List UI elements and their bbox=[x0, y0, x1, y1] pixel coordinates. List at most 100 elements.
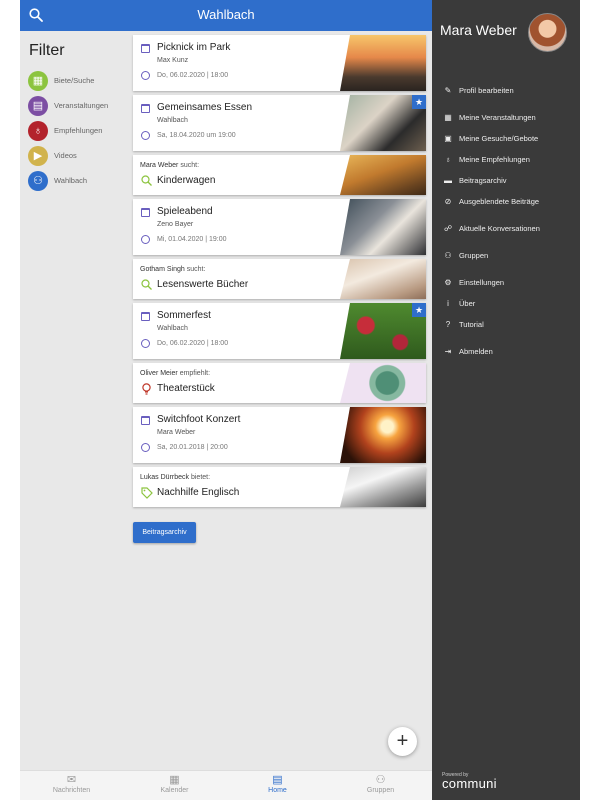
card-title: Switchfoot Konzert bbox=[157, 414, 241, 425]
feed-card-event[interactable]: Switchfoot Konzert Mara Weber Sa, 20.01.… bbox=[133, 407, 426, 463]
card-verb: sucht: bbox=[186, 266, 206, 273]
card-author-line: Mara Weber sucht: bbox=[140, 162, 199, 169]
card-image bbox=[340, 407, 426, 463]
page-edge bbox=[580, 0, 600, 800]
clock-icon bbox=[141, 235, 150, 244]
menu-item-profil[interactable]: ✎ Profil bearbeiten bbox=[443, 86, 514, 95]
nav-label: Nachrichten bbox=[52, 787, 91, 794]
user-name: Mara Weber bbox=[440, 22, 517, 38]
chat-icon: ☍ bbox=[443, 224, 453, 233]
nav-gruppen[interactable]: ⚇ Gruppen bbox=[329, 771, 432, 800]
feed-card-event[interactable]: Picknick im Park Max Kunz Do, 06.02.2020… bbox=[133, 35, 426, 91]
card-subtitle: Max Kunz bbox=[157, 57, 189, 64]
feed-card-event[interactable]: Spieleabend Zeno Bayer Mi, 01.04.2020 | … bbox=[133, 199, 426, 255]
menu-item-gesuche[interactable]: ▣ Meine Gesuche/Gebote bbox=[443, 134, 538, 143]
calendar-icon bbox=[141, 104, 150, 113]
menu-item-label: Profil bearbeiten bbox=[459, 86, 514, 95]
avatar[interactable] bbox=[528, 13, 567, 52]
side-drawer: Mara Weber ✎ Profil bearbeiten ▦ Meine Ver… bbox=[432, 0, 580, 800]
menu-item-ausgeblendet[interactable]: ⊘ Ausgeblendete Beiträge bbox=[443, 197, 539, 206]
nav-label: Gruppen bbox=[366, 787, 395, 794]
feed-card-post[interactable]: Gotham Singh sucht: Lesenswerte Bücher bbox=[133, 259, 426, 299]
clock-icon bbox=[141, 71, 150, 80]
menu-item-label: Tutorial bbox=[459, 320, 484, 329]
calendar-icon: ▤ bbox=[28, 95, 48, 116]
calendar-icon bbox=[141, 44, 150, 53]
calendar-icon bbox=[141, 312, 150, 321]
feed-card-event[interactable]: Gemeinsames Essen Wahlbach Sa, 18.04.202… bbox=[133, 95, 426, 151]
nav-nachrichten[interactable]: ✉ Nachrichten bbox=[20, 771, 123, 800]
add-button[interactable]: + bbox=[388, 727, 417, 756]
card-title: Gemeinsames Essen bbox=[157, 102, 253, 113]
card-date: Mi, 01.04.2020 | 19:00 bbox=[157, 236, 227, 243]
feed-card-post[interactable]: Oliver Meier empfiehlt: Theaterstück bbox=[133, 363, 426, 403]
filter-item-label: Wahlbach bbox=[54, 176, 88, 185]
card-verb: empfiehlt: bbox=[179, 370, 211, 377]
menu-item-label: Ausgeblendete Beiträge bbox=[459, 197, 540, 206]
menu-item-beitragsarchiv[interactable]: ▬ Beitragsarchiv bbox=[443, 176, 507, 185]
menu-item-abmelden[interactable]: ⇥ Abmelden bbox=[443, 347, 493, 356]
nav-label: Home bbox=[268, 787, 287, 794]
page-title: Wahlbach bbox=[197, 7, 255, 22]
lightbulb-icon: ♁ bbox=[445, 155, 451, 164]
card-date: Do, 06.02.2020 | 18:00 bbox=[157, 340, 229, 347]
menu-item-gruppen[interactable]: ⚇ Gruppen bbox=[443, 251, 488, 260]
menu-item-label: Abmelden bbox=[459, 347, 493, 356]
filter-item-biete-suche[interactable]: ▦ Biete/Suche bbox=[28, 68, 128, 93]
card-title: Theaterstück bbox=[157, 383, 215, 394]
filter-item-videos[interactable]: ▶ Videos bbox=[28, 143, 128, 168]
menu-item-label: Meine Gesuche/Gebote bbox=[459, 134, 539, 143]
card-author-line: Gotham Singh sucht: bbox=[140, 266, 205, 273]
filter-item-label: Videos bbox=[54, 151, 77, 160]
brand-logo: communi bbox=[442, 776, 497, 791]
archive-button[interactable]: Beitragsarchiv bbox=[133, 522, 196, 543]
menu-item-einstellungen[interactable]: ⚙ Einstellungen bbox=[443, 278, 504, 287]
groups-icon: ⚇ bbox=[444, 251, 452, 260]
menu-item-veranstaltungen[interactable]: ▦ Meine Veranstaltungen bbox=[443, 113, 536, 122]
card-subtitle: Zeno Bayer bbox=[157, 221, 194, 228]
lightbulb-icon: ♁ bbox=[28, 120, 48, 141]
card-author: Mara Weber bbox=[140, 162, 179, 169]
card-date: Do, 06.02.2020 | 18:00 bbox=[157, 72, 229, 79]
menu-item-tutorial[interactable]: ? Tutorial bbox=[443, 320, 484, 329]
menu-item-label: Gruppen bbox=[459, 251, 489, 260]
lightbulb-icon bbox=[142, 383, 151, 395]
clock-icon bbox=[141, 131, 150, 140]
calendar-icon bbox=[141, 208, 150, 217]
nav-kalender[interactable]: ▦ Kalender bbox=[123, 771, 226, 800]
filter-item-veranstaltungen[interactable]: ▤ Veranstaltungen bbox=[28, 93, 128, 118]
card-image bbox=[340, 199, 426, 255]
app-main: Wahlbach Filter ▦ Biete/Suche ▤ Veransta… bbox=[20, 0, 432, 800]
filter-item-wahlbach[interactable]: ⚇ Wahlbach bbox=[28, 168, 128, 193]
card-subtitle: Wahlbach bbox=[157, 325, 188, 332]
edit-icon: ✎ bbox=[444, 86, 452, 95]
info-icon: i bbox=[447, 299, 449, 308]
card-author: Gotham Singh bbox=[140, 266, 185, 273]
menu-item-ueber[interactable]: i Über bbox=[443, 299, 475, 308]
feed-card-post[interactable]: Lukas Dürrbeck bietet: Nachhilfe Englisc… bbox=[133, 467, 426, 507]
search-icon bbox=[141, 279, 152, 290]
card-title: Lesenswerte Bücher bbox=[157, 279, 249, 290]
gear-icon: ⚙ bbox=[444, 278, 452, 287]
calendar-icon bbox=[141, 416, 150, 425]
card-verb: sucht: bbox=[180, 162, 200, 169]
calendar-icon: ▦ bbox=[169, 774, 180, 786]
feed-card-post[interactable]: Mara Weber sucht: Kinderwagen bbox=[133, 155, 426, 195]
star-icon: ★ bbox=[412, 303, 426, 317]
bottom-navigation: ✉ Nachrichten ▦ Kalender ▤ Home ⚇ Gruppe… bbox=[20, 770, 432, 800]
help-icon: ? bbox=[445, 320, 451, 329]
menu-item-empfehlungen[interactable]: ♁ Meine Empfehlungen bbox=[443, 155, 530, 164]
card-author-line: Oliver Meier empfiehlt: bbox=[140, 370, 210, 377]
card-title: Nachhilfe Englisch bbox=[157, 487, 240, 498]
nav-home[interactable]: ▤ Home bbox=[226, 771, 329, 800]
filter-item-empfehlungen[interactable]: ♁ Empfehlungen bbox=[28, 118, 128, 143]
search-icon bbox=[141, 175, 152, 186]
menu-item-konversationen[interactable]: ☍ Aktuelle Konversationen bbox=[443, 224, 540, 233]
card-subtitle: Mara Weber bbox=[157, 429, 196, 436]
top-bar: Wahlbach bbox=[20, 0, 432, 31]
calendar-icon: ▦ bbox=[444, 113, 452, 122]
feed-card-event[interactable]: Sommerfest Wahlbach Do, 06.02.2020 | 18:… bbox=[133, 303, 426, 359]
feed-list: Picknick im Park Max Kunz Do, 06.02.2020… bbox=[133, 35, 426, 511]
card-date: Sa, 20.01.2018 | 20:00 bbox=[157, 444, 228, 451]
eye-off-icon: ⊘ bbox=[444, 197, 452, 206]
